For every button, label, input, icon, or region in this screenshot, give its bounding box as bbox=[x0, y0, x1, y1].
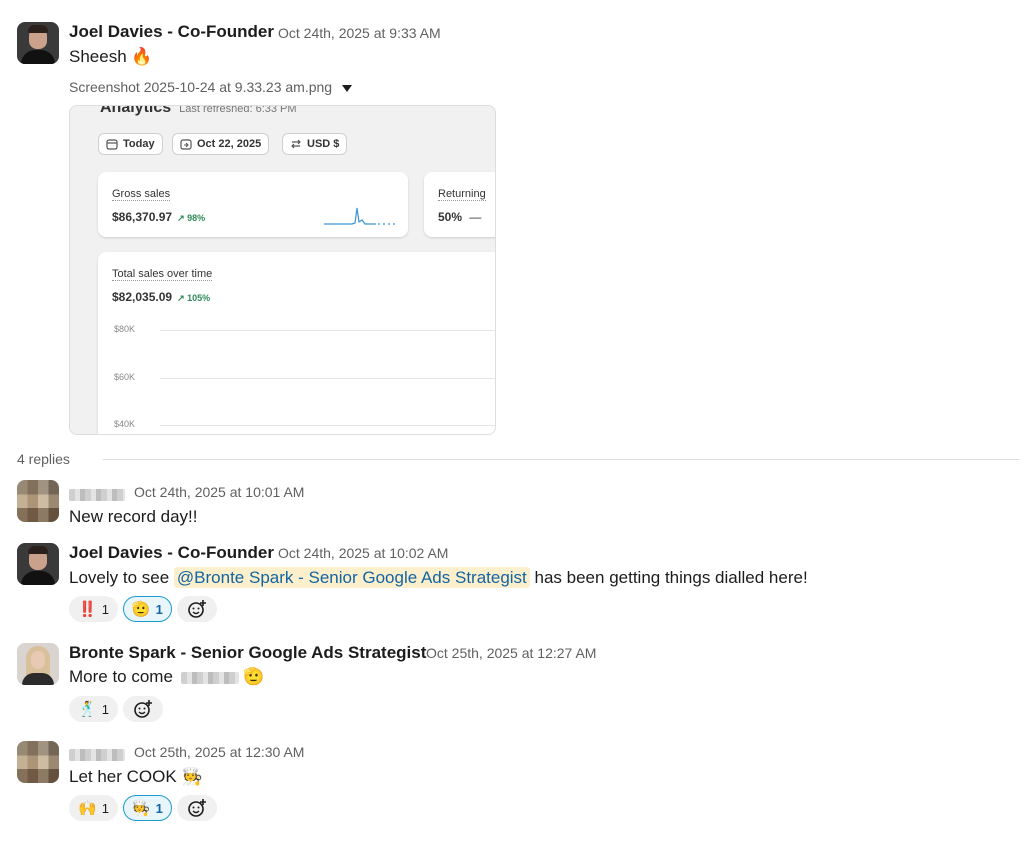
preview-title-text: Analytics bbox=[100, 105, 172, 116]
cook-emoji: 🧑‍🍳 bbox=[131, 800, 151, 817]
double-exclamation-emoji: ‼️ bbox=[78, 601, 97, 618]
author-name-redacted[interactable] bbox=[69, 744, 125, 764]
add-reaction-button[interactable] bbox=[176, 596, 217, 622]
message-body: More to come bbox=[69, 667, 173, 686]
timestamp[interactable]: Oct 25th, 2025 at 12:30 AM bbox=[134, 744, 304, 760]
avatar[interactable] bbox=[17, 543, 59, 585]
avatar[interactable] bbox=[17, 22, 59, 64]
returning-card: Returning 50% — bbox=[424, 172, 495, 237]
avatar[interactable] bbox=[17, 741, 59, 783]
salute-emoji: 🫡 bbox=[131, 601, 151, 618]
gross-sales-amount: $86,370.97 bbox=[112, 210, 173, 224]
filter-date: Oct 22, 2025 bbox=[172, 133, 270, 155]
message-body: Sheesh bbox=[69, 47, 127, 66]
total-sales-change: ↗ 105% bbox=[177, 293, 211, 303]
add-emoji-icon bbox=[188, 799, 206, 817]
gross-sales-change-value: 98% bbox=[187, 213, 206, 223]
filter-today: Today bbox=[98, 133, 163, 155]
user-mention[interactable]: @Bronte Spark - Senior Google Ads Strate… bbox=[173, 567, 530, 588]
y-tick-label: $80K bbox=[114, 324, 136, 334]
message-text: New record day!! bbox=[69, 507, 198, 526]
y-tick-label: $60K bbox=[114, 372, 136, 382]
add-reaction-button[interactable] bbox=[176, 795, 217, 821]
reaction-raised-hands[interactable]: 🙌 1 bbox=[69, 795, 118, 821]
total-sales-label: Total sales over time bbox=[112, 268, 213, 281]
reaction-count: 1 bbox=[155, 601, 163, 617]
reaction-dancer[interactable]: 🕺 1 bbox=[69, 696, 118, 722]
file-name-text: Screenshot 2025-10-24 at 9.33.23 am.png bbox=[69, 79, 333, 95]
filter-currency-label: USD $ bbox=[307, 138, 340, 150]
reaction-count: 1 bbox=[101, 701, 109, 717]
total-sales-value: $82,035.09 ↗ 105% bbox=[112, 290, 210, 304]
raised-hands-emoji: 🙌 bbox=[78, 800, 97, 817]
text-after: has been getting things dialled here! bbox=[529, 568, 808, 587]
gross-sales-card: Gross sales $86,370.97 ↗ 98% bbox=[98, 172, 408, 237]
timestamp[interactable]: Oct 24th, 2025 at 10:01 AM bbox=[134, 484, 304, 500]
reaction-cook[interactable]: 🧑‍🍳 1 bbox=[122, 795, 172, 821]
reply-count: 4 replies bbox=[17, 451, 70, 467]
cook-emoji: 🧑‍🍳 bbox=[181, 767, 203, 786]
add-reaction-button[interactable] bbox=[122, 696, 163, 722]
author-name-redacted[interactable] bbox=[69, 484, 125, 504]
reaction-count: 1 bbox=[101, 601, 109, 617]
timestamp[interactable]: Oct 24th, 2025 at 9:33 AM bbox=[278, 25, 441, 41]
add-emoji-icon bbox=[134, 700, 152, 718]
reaction-salute[interactable]: 🫡 1 bbox=[122, 596, 172, 622]
file-name[interactable]: Screenshot 2025-10-24 at 9.33.23 am.png bbox=[69, 79, 353, 95]
salute-emoji: 🫡 bbox=[243, 667, 265, 686]
grid-line bbox=[160, 425, 495, 426]
message-text: Sheesh 🔥 bbox=[69, 47, 153, 67]
sparkline bbox=[324, 207, 396, 225]
fire-emoji: 🔥 bbox=[131, 47, 153, 66]
gross-sales-value: $86,370.97 ↗ 98% bbox=[112, 210, 205, 224]
gross-sales-change: ↗ 98% bbox=[177, 213, 206, 223]
reaction-double-exclamation[interactable]: ‼️ 1 bbox=[69, 596, 118, 622]
total-sales-amount: $82,035.09 bbox=[112, 290, 173, 304]
returning-change: — bbox=[469, 210, 482, 224]
author-name[interactable]: Bronte Spark - Senior Google Ads Strateg… bbox=[69, 643, 426, 663]
divider-line bbox=[103, 459, 1019, 460]
filter-today-label: Today bbox=[123, 138, 155, 150]
returning-amount: 50% bbox=[438, 210, 463, 224]
replies-divider: 4 replies bbox=[17, 451, 1019, 469]
add-emoji-icon bbox=[188, 600, 206, 618]
avatar[interactable] bbox=[17, 643, 59, 685]
dancer-emoji: 🕺 bbox=[78, 701, 97, 718]
avatar[interactable] bbox=[17, 480, 59, 522]
gross-sales-label: Gross sales bbox=[112, 188, 171, 201]
calendar-icon bbox=[106, 139, 118, 150]
message-text: More to come 🫡 bbox=[69, 667, 265, 687]
reaction-count: 1 bbox=[155, 800, 163, 816]
message-text: Lovely to see @Bronte Spark - Senior Goo… bbox=[69, 567, 808, 588]
redacted-name bbox=[69, 488, 125, 501]
chevron-down-icon[interactable] bbox=[342, 84, 353, 92]
swap-icon bbox=[291, 139, 301, 149]
screenshot-preview[interactable]: Analytics Last refreshed: 6:33 PM Today O… bbox=[69, 105, 496, 435]
filter-date-label: Oct 22, 2025 bbox=[197, 138, 262, 150]
reactions-bar: ‼️ 1 🫡 1 bbox=[69, 596, 217, 622]
reactions-bar: 🕺 1 bbox=[69, 696, 163, 722]
preview-refreshed: Last refreshed: 6:33 PM bbox=[179, 105, 297, 115]
timestamp[interactable]: Oct 25th, 2025 at 12:27 AM bbox=[426, 645, 596, 661]
preview-title: Analytics Last refreshed: 6:33 PM bbox=[100, 105, 297, 117]
returning-label: Returning bbox=[438, 188, 486, 201]
redacted-name bbox=[180, 671, 239, 684]
calendar-compare-icon bbox=[180, 139, 192, 150]
redacted-name bbox=[69, 748, 125, 761]
author-name[interactable]: Joel Davies - Co-Founder bbox=[69, 22, 274, 42]
grid-line bbox=[160, 378, 495, 379]
returning-value: 50% — bbox=[438, 210, 481, 224]
grid-line bbox=[160, 330, 495, 331]
total-sales-card: Total sales over time $82,035.09 ↗ 105% $… bbox=[98, 252, 495, 434]
filter-currency: USD $ bbox=[282, 133, 348, 155]
total-sales-change-value: 105% bbox=[187, 293, 211, 303]
author-name[interactable]: Joel Davies - Co-Founder bbox=[69, 543, 274, 563]
text-before: Lovely to see bbox=[69, 568, 174, 587]
y-tick-label: $40K bbox=[114, 419, 136, 429]
reactions-bar: 🙌 1 🧑‍🍳 1 bbox=[69, 795, 217, 821]
reaction-count: 1 bbox=[101, 800, 109, 816]
message-text: Let her COOK 🧑‍🍳 bbox=[69, 767, 203, 787]
timestamp[interactable]: Oct 24th, 2025 at 10:02 AM bbox=[278, 545, 448, 561]
message-body: Let her COOK bbox=[69, 767, 177, 786]
